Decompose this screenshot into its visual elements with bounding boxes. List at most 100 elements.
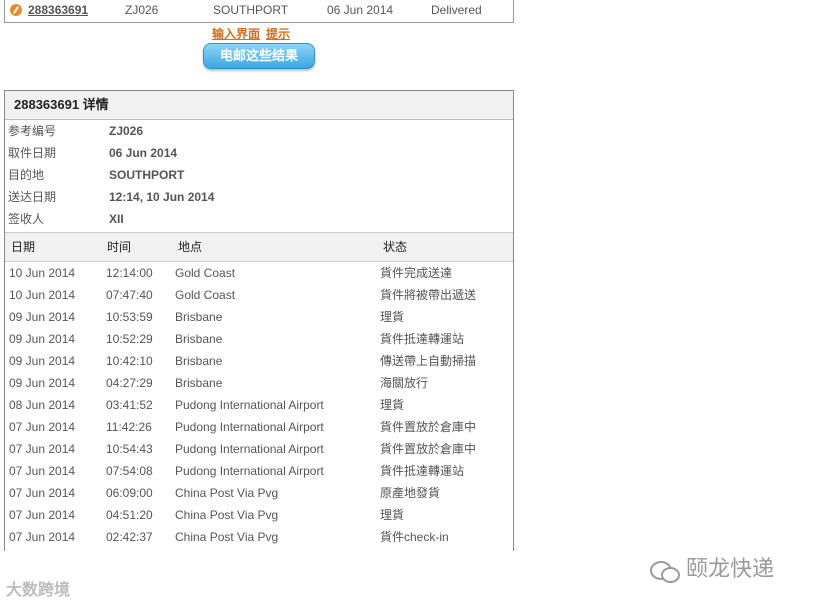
event-location: Pudong International Airport [175, 420, 324, 434]
table-row: 07 Jun 2014 02:42:37 China Post Via Pvg 貨件c… [5, 526, 513, 548]
event-location: Gold Coast [175, 266, 236, 280]
info-label: 送达日期 [8, 190, 57, 204]
event-time: 10:52:29 [106, 332, 153, 346]
event-date: 09 Jun 2014 [9, 376, 76, 390]
shipment-summary-row: 288363691 ZJ026 SOUTHPORT 06 Jun 2014 De… [4, 0, 514, 23]
info-label: 参考编号 [8, 124, 57, 138]
table-row: 07 Jun 2014 11:42:26 Pudong International … [5, 416, 513, 438]
summary-destination: SOUTHPORT [213, 3, 289, 17]
event-date: 07 Jun 2014 [9, 486, 76, 500]
summary-reference: ZJ026 [125, 3, 159, 17]
info-row: 取件日期 06 Jun 2014 [5, 142, 513, 164]
info-value: 06 Jun 2014 [109, 146, 178, 160]
watermark-right-text: 颐龙快递 [686, 556, 775, 581]
event-time: 03:41:52 [106, 398, 153, 412]
event-time: 12:14:00 [106, 266, 153, 280]
info-label: 取件日期 [8, 146, 57, 160]
event-status: 貨件置放於倉庫中 [380, 420, 477, 434]
events-header: 日期 时间 地点 状态 [5, 232, 513, 262]
info-row: 参考编号 ZJ026 [5, 120, 513, 142]
info-row: 目的地 SOUTHPORT [5, 164, 513, 186]
info-value: ZJ026 [109, 124, 144, 138]
table-row: 10 Jun 2014 07:47:40 Gold Coast 貨件將被帶出遞送 [5, 284, 513, 306]
event-status: 海關放行 [380, 376, 429, 390]
events-list: 10 Jun 2014 12:14:00 Gold Coast 貨件完成送達 10 Ju… [5, 262, 513, 548]
info-value: XII [109, 212, 124, 226]
event-date: 07 Jun 2014 [9, 508, 76, 522]
event-location: Brisbane [175, 376, 223, 390]
event-location: Pudong International Airport [175, 464, 324, 478]
event-location: Gold Coast [175, 288, 236, 302]
summary-status: Delivered [431, 3, 482, 17]
event-time: 07:54:08 [106, 464, 153, 478]
details-title: 288363691 详情 [5, 91, 513, 120]
event-location: Brisbane [175, 354, 223, 368]
event-status: 傳送帶上自動掃描 [380, 354, 477, 368]
event-time: 10:42:10 [106, 354, 153, 368]
event-status: 理貨 [380, 310, 405, 324]
col-location-header: 地点 [178, 240, 203, 254]
action-links: 输入界面 提示 [212, 25, 296, 42]
event-time: 02:42:37 [106, 530, 153, 544]
col-status-header: 状态 [383, 240, 408, 254]
table-row: 09 Jun 2014 10:42:10 Brisbane 傳送帶上自動掃描 [5, 350, 513, 372]
tips-link[interactable]: 提示 [266, 27, 290, 41]
event-time: 04:27:29 [106, 376, 153, 390]
event-date: 07 Jun 2014 [9, 464, 76, 478]
event-date: 07 Jun 2014 [9, 530, 76, 544]
summary-date: 06 Jun 2014 [327, 3, 394, 17]
event-date: 08 Jun 2014 [9, 398, 76, 412]
table-row: 09 Jun 2014 04:27:29 Brisbane 海關放行 [5, 372, 513, 394]
event-location: Pudong International Airport [175, 398, 324, 412]
table-row: 09 Jun 2014 10:53:59 Brisbane 理貨 [5, 306, 513, 328]
event-status: 理貨 [380, 398, 405, 412]
table-row: 09 Jun 2014 10:52:29 Brisbane 貨件抵達轉運站 [5, 328, 513, 350]
event-status: 貨件將被帶出遞送 [380, 288, 477, 302]
event-date: 10 Jun 2014 [9, 266, 76, 280]
event-location: China Post Via Pvg [175, 530, 279, 544]
event-status: 貨件check-in [380, 530, 449, 544]
event-date: 09 Jun 2014 [9, 354, 76, 368]
event-date: 09 Jun 2014 [9, 332, 76, 346]
info-value: 12:14, 10 Jun 2014 [109, 190, 215, 204]
input-page-link[interactable]: 输入界面 [212, 27, 260, 41]
event-location: China Post Via Pvg [175, 486, 279, 500]
event-status: 理貨 [380, 508, 405, 522]
event-time: 10:53:59 [106, 310, 153, 324]
details-panel: 288363691 详情 参考编号 ZJ026 取件日期 06 Jun 2014 目的地… [4, 90, 514, 551]
table-row: 08 Jun 2014 03:41:52 Pudong International … [5, 394, 513, 416]
event-time: 04:51:20 [106, 508, 153, 522]
info-label: 目的地 [8, 168, 45, 182]
event-status: 原產地發貨 [380, 486, 441, 500]
table-row: 07 Jun 2014 06:09:00 China Post Via Pvg 原產地… [5, 482, 513, 504]
delivered-status-icon [10, 4, 22, 16]
info-value: SOUTHPORT [109, 168, 185, 182]
event-date: 10 Jun 2014 [9, 288, 76, 302]
email-results-button[interactable]: 电邮这些结果 [203, 43, 315, 69]
table-row: 07 Jun 2014 10:54:43 Pudong International … [5, 438, 513, 460]
table-row: 07 Jun 2014 07:54:08 Pudong International … [5, 460, 513, 482]
event-location: Pudong International Airport [175, 442, 324, 456]
event-status: 貨件抵達轉運站 [380, 332, 465, 346]
info-row: 送达日期 12:14, 10 Jun 2014 [5, 186, 513, 208]
event-date: 07 Jun 2014 [9, 442, 76, 456]
table-row: 07 Jun 2014 04:51:20 China Post Via Pvg 理貨 [5, 504, 513, 526]
wechat-icon [650, 559, 680, 584]
event-status: 貨件置放於倉庫中 [380, 442, 477, 456]
info-fields: 参考编号 ZJ026 取件日期 06 Jun 2014 目的地 SOUTHPORT 送达日期… [5, 120, 513, 230]
event-location: Brisbane [175, 310, 223, 324]
event-location: Brisbane [175, 332, 223, 346]
info-label: 签收人 [8, 212, 45, 226]
table-row: 10 Jun 2014 12:14:00 Gold Coast 貨件完成送達 [5, 262, 513, 284]
info-row: 签收人 XII [5, 208, 513, 230]
event-time: 10:54:43 [106, 442, 153, 456]
event-date: 09 Jun 2014 [9, 310, 76, 324]
event-date: 07 Jun 2014 [9, 420, 76, 434]
col-time-header: 时间 [107, 240, 132, 254]
event-status: 貨件完成送達 [380, 266, 453, 280]
watermark-right: 颐龙快递 [650, 551, 775, 584]
event-time: 06:09:00 [106, 486, 153, 500]
event-time: 11:42:26 [106, 420, 152, 434]
tracking-number-link[interactable]: 288363691 [28, 3, 88, 17]
col-date-header: 日期 [11, 240, 36, 254]
